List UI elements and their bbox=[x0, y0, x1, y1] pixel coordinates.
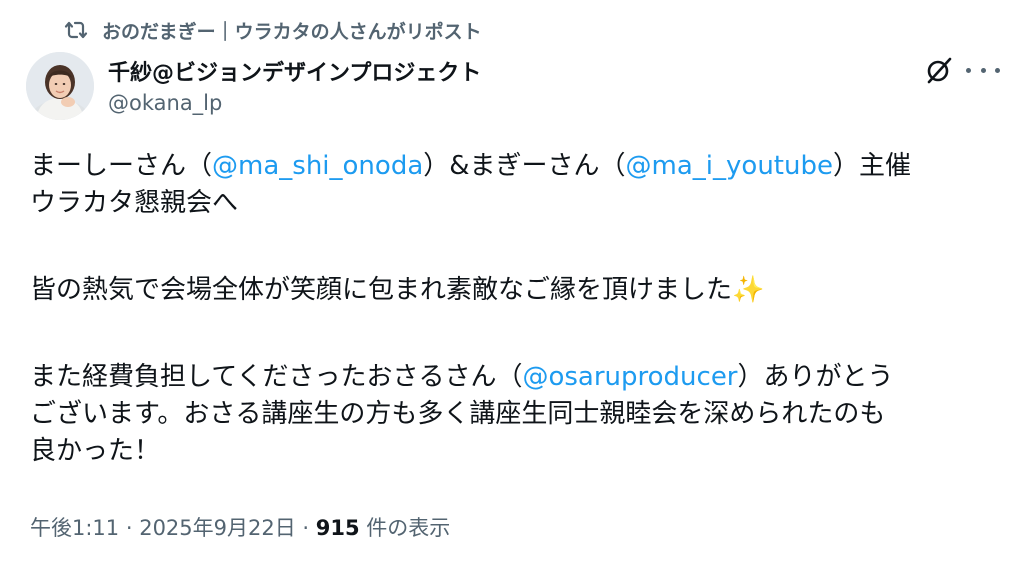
tweet-line-2: ウラカタ懇親会へ bbox=[30, 188, 239, 218]
meta-separator: · bbox=[119, 516, 140, 540]
tweet-text-segment: ）ありがとう bbox=[737, 362, 894, 392]
meta-separator: · bbox=[295, 516, 316, 540]
author-handle[interactable]: @okana_lp bbox=[108, 91, 222, 115]
view-count-label: 件の表示 bbox=[359, 516, 451, 540]
tweet-text-segment: また経費負担してくださったおさるさん（ bbox=[30, 362, 523, 392]
tweet-line-6: 良かった！ bbox=[30, 436, 161, 466]
tweet-text-segment: ）主催 bbox=[832, 151, 911, 181]
avatar[interactable] bbox=[26, 52, 94, 120]
tweet-line-5: ございます。おさる講座生の方も多く講座生同士親睦会を深められたのも bbox=[30, 399, 886, 429]
post-time[interactable]: 午後1:11 bbox=[30, 516, 119, 540]
post-date[interactable]: 2025年9月22日 bbox=[139, 516, 296, 540]
more-dot bbox=[995, 67, 1000, 73]
more-icon[interactable] bbox=[966, 57, 1000, 83]
tweet-line-1: まーしーさん（@ma_shi_onoda）&まぎーさん（@ma_i_youtub… bbox=[30, 148, 1000, 185]
tweet[interactable]: おのだまぎー｜ウラカタの人さんがリポスト 千紗@ビジョンデザインプロジェクト @… bbox=[0, 0, 1024, 573]
mention-link-ma-shi-onoda[interactable]: @ma_shi_onoda bbox=[212, 151, 423, 181]
repost-text[interactable]: おのだまぎー｜ウラカタの人さんがリポスト bbox=[102, 17, 482, 44]
repost-context[interactable]: おのだまぎー｜ウラカタの人さんがリポスト bbox=[62, 16, 482, 44]
tweet-line-3: 皆の熱気で会場全体が笑顔に包まれ素敵なご縁を頂けました✨ bbox=[30, 275, 765, 305]
author-display-name[interactable]: 千紗@ビジョンデザインプロジェクト bbox=[108, 55, 481, 87]
tweet-text-segment: まーしーさん（ bbox=[30, 151, 213, 181]
tweet-text: まーしーさん（@ma_shi_onoda）&まぎーさん（@ma_i_youtub… bbox=[30, 148, 1000, 470]
mention-link-osaruproducer[interactable]: @osaruproducer bbox=[522, 362, 737, 392]
view-count: 915 bbox=[315, 516, 360, 540]
mention-link-ma-i-youtube[interactable]: @ma_i_youtube bbox=[626, 151, 833, 181]
tweet-text-segment: ）&まぎーさん（ bbox=[423, 151, 626, 181]
tweet-meta: 午後1:11 · 2025年9月22日 · 915 件の表示 bbox=[30, 512, 450, 542]
tweet-line-4: また経費負担してくださったおさるさん（@osaruproducer）ありがとう bbox=[30, 359, 1000, 396]
more-dot bbox=[980, 67, 986, 73]
repost-icon bbox=[62, 18, 90, 42]
more-dot bbox=[966, 67, 971, 73]
avatar-image bbox=[26, 52, 94, 120]
grok-icon[interactable] bbox=[924, 55, 954, 85]
